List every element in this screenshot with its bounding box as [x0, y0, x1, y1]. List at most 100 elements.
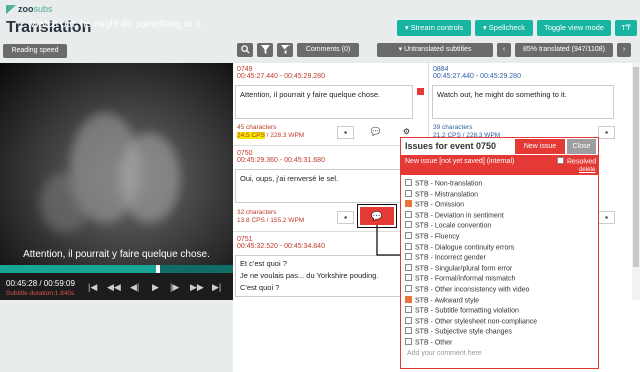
video-timeline[interactable] [0, 265, 233, 273]
play-icon[interactable]: ▶ [152, 282, 159, 293]
timeline-progress [0, 265, 157, 273]
issue-option[interactable]: STB - Locale convention [405, 221, 491, 230]
comment-input[interactable]: Add your comment here [407, 350, 482, 357]
stream-controls-button[interactable]: ▾ Stream controls [397, 20, 471, 36]
issue-checkbox[interactable] [405, 242, 412, 250]
app-logo[interactable]: zoosubs [6, 4, 53, 15]
video-frame-blur [120, 133, 180, 223]
next-untranslated-button[interactable]: › [617, 43, 631, 57]
skip-start-icon[interactable]: |◀ [88, 282, 97, 293]
event-0750-translation-input[interactable]: Oui, oups, j'ai renversé le sel. [235, 169, 413, 203]
issue-label: STB - Singular/plural form error [415, 265, 513, 273]
source-text: Watch out, he might do something to it. [437, 90, 567, 99]
font-settings-button[interactable]: T₸ [615, 20, 637, 36]
issue-option[interactable]: STB - Other inconsistency with video [405, 285, 530, 294]
source-event-timecode: 00:45:27.440 - 00:45:29.280 [433, 73, 521, 80]
video-frame-blur [40, 173, 90, 233]
speech-bubble-icon: 💬 [370, 127, 381, 136]
step-back-icon[interactable]: ◀| [130, 282, 139, 293]
filter-button[interactable] [257, 43, 273, 57]
issue-option[interactable]: STB - Mistranslation [405, 189, 478, 198]
issue-checkbox[interactable] [405, 221, 412, 229]
video-player[interactable] [0, 63, 233, 273]
fast-forward-icon[interactable]: ▶▶ [190, 282, 204, 293]
issue-option[interactable]: STB - Subtitle formatting violation [405, 306, 519, 315]
issue-option[interactable]: STB - Dialogue continuity errors [405, 242, 515, 251]
source-text-box: Watch out, he might do something to it. [432, 85, 614, 119]
reading-speed-button[interactable]: Reading speed [3, 44, 67, 58]
issue-option[interactable]: STB - Singular/plural form error [405, 263, 513, 273]
spellcheck-button[interactable]: ▾ Spellcheck [475, 20, 533, 36]
rewind-icon[interactable]: ◀◀ [107, 282, 121, 293]
comments-button[interactable]: Comments (0) [297, 43, 359, 57]
issue-label: STB - Fluency [415, 233, 460, 241]
issue-checkbox[interactable] [405, 285, 412, 292]
subtitle-filter-dropdown[interactable]: ▾ Untranslated subtitles [377, 43, 493, 57]
issue-option[interactable]: STB - Omission [405, 200, 464, 209]
close-dialog-button[interactable]: Close [567, 139, 596, 154]
issue-checkbox[interactable] [405, 306, 412, 314]
font-size-icon: T₸ [621, 23, 631, 32]
source-comment-button[interactable]: ▪ [598, 211, 615, 224]
issue-checkbox[interactable] [405, 338, 412, 345]
issue-checkbox[interactable] [405, 253, 412, 261]
issue-label: STB - Dialogue continuity errors [415, 243, 515, 251]
issue-option[interactable]: STB - Subjective style changes [405, 327, 512, 336]
issue-checkbox[interactable] [405, 327, 412, 335]
issue-checkbox[interactable] [405, 263, 412, 271]
clear-filter-button[interactable] [277, 43, 293, 57]
issue-label: STB - Subjective style changes [415, 328, 512, 336]
issue-label: STB - Formal/informal mismatch [415, 275, 516, 283]
issue-option[interactable]: STB - Deviation in sentiment [405, 210, 504, 219]
step-forward-icon[interactable]: |▶ [170, 282, 179, 293]
editor-scrollbar[interactable] [632, 63, 640, 300]
issue-button[interactable]: 💬 [367, 126, 384, 139]
search-button[interactable] [237, 43, 253, 57]
issue-checkbox[interactable] [405, 189, 412, 197]
scrollbar-thumb[interactable] [633, 67, 639, 267]
source-subtitle-overlay: Watch out, he might do something to it. [29, 19, 204, 30]
issue-option[interactable]: STB - Incorrect gender [405, 253, 486, 262]
issue-option[interactable]: STB - Non-translation [405, 179, 483, 188]
source-comment-button[interactable]: ▪ [598, 126, 615, 139]
clear-filter-icon [280, 45, 290, 54]
event-0750-stats: 32 characters 13.8 CPS / 155.2 WPM [237, 209, 304, 225]
issue-checkbox[interactable] [405, 200, 412, 208]
issue-checkbox[interactable] [405, 179, 412, 186]
issue-option[interactable]: STB - Fluency [405, 232, 460, 241]
issue-label: STB - Non-translation [415, 180, 483, 188]
issue-option[interactable]: STB - Other stylesheet non-compliance [405, 316, 537, 325]
event-number: 0751 [237, 236, 253, 243]
toggle-view-mode-button[interactable]: Toggle view mode [537, 20, 611, 36]
event-0751-translation-input[interactable]: Et c'est quoi ? Je ne voulais pas... du … [235, 255, 413, 297]
comment-button[interactable]: ▪ [337, 126, 354, 139]
event-0749-translation-input[interactable]: Attention, il pourrait y faire quelque c… [235, 85, 413, 119]
issue-flag-icon[interactable] [417, 88, 424, 95]
issue-checkbox[interactable] [405, 316, 412, 324]
issue-option[interactable]: STB - Awkward style [405, 295, 479, 304]
comment-button[interactable]: ▪ [337, 211, 354, 224]
issue-option[interactable]: STB - Other [405, 338, 452, 346]
gear-icon: ⚙ [402, 127, 411, 136]
cps-wpm: 13.8 CPS / 155.2 WPM [237, 217, 305, 224]
issue-checkbox[interactable] [405, 295, 412, 303]
issue-label: STB - Other inconsistency with video [415, 286, 530, 294]
issue-option[interactable]: STB - Formal/informal mismatch [405, 274, 516, 283]
skip-end-icon[interactable]: ▶| [212, 282, 221, 293]
issue-checkbox[interactable] [405, 232, 412, 239]
new-issue-button[interactable]: New issue [515, 139, 565, 154]
delete-link[interactable]: delete [579, 167, 595, 173]
issue-button-active[interactable]: 💬 [360, 207, 394, 225]
resolved-label: Resolved [567, 158, 597, 166]
event-text: Oui, oups, j'ai renversé le sel. [240, 174, 339, 183]
prev-untranslated-button[interactable]: ‹ [497, 43, 511, 57]
event-text: Attention, il pourrait y faire quelque c… [240, 90, 381, 99]
timeline-playhead[interactable] [156, 265, 161, 273]
search-icon [240, 45, 250, 54]
resolved-toggle[interactable]: Resolved [557, 157, 597, 166]
resolved-checkbox[interactable] [557, 157, 564, 164]
issue-label: STB - Incorrect gender [415, 254, 486, 262]
issue-checkbox[interactable] [405, 210, 412, 218]
issue-checkbox[interactable] [405, 274, 412, 282]
note-icon: ▪ [605, 213, 608, 222]
